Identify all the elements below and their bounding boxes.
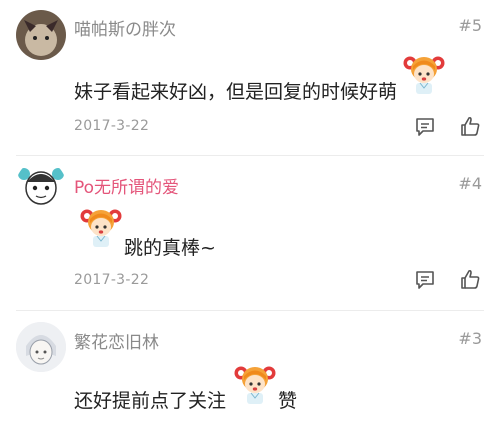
- orange-haired-girl-sticker-icon: [78, 203, 124, 249]
- orange-haired-girl-sticker-icon: [232, 360, 278, 406]
- floor-number: #5: [458, 16, 482, 35]
- comment-text-after: 赞: [278, 390, 298, 412]
- comment-divider: [16, 155, 484, 156]
- user-avatar[interactable]: [16, 322, 66, 372]
- comment-text: 跳的真棒~: [124, 237, 216, 259]
- reply-icon[interactable]: [414, 116, 436, 138]
- comment-text: 还好提前点了关注: [74, 386, 226, 413]
- orange-haired-girl-sticker-icon: [401, 50, 447, 96]
- user-avatar[interactable]: [16, 160, 66, 210]
- comment-date: 2017-3-22: [74, 272, 150, 288]
- user-avatar[interactable]: [16, 10, 66, 60]
- username[interactable]: 繁花恋旧林: [74, 328, 159, 353]
- comment-date: 2017-3-22: [74, 118, 150, 134]
- username[interactable]: 喵帕斯の胖次: [74, 15, 176, 40]
- reply-icon[interactable]: [414, 269, 436, 291]
- comment-divider: [16, 310, 484, 311]
- comment-text: 妹子看起来好凶，但是回复的时候好萌: [74, 81, 398, 103]
- like-icon[interactable]: [459, 268, 481, 290]
- cartoon-face-avatar-icon: [18, 168, 64, 205]
- like-icon[interactable]: [459, 115, 481, 137]
- username[interactable]: Po无所谓的爱: [74, 173, 179, 198]
- floor-number: #3: [458, 329, 482, 348]
- devil-horns-avatar-icon: [16, 10, 66, 60]
- comment-text-before: 还好提前点了关注: [74, 390, 227, 412]
- floor-number: #4: [458, 174, 482, 193]
- anime-boy-avatar-icon: [16, 322, 66, 372]
